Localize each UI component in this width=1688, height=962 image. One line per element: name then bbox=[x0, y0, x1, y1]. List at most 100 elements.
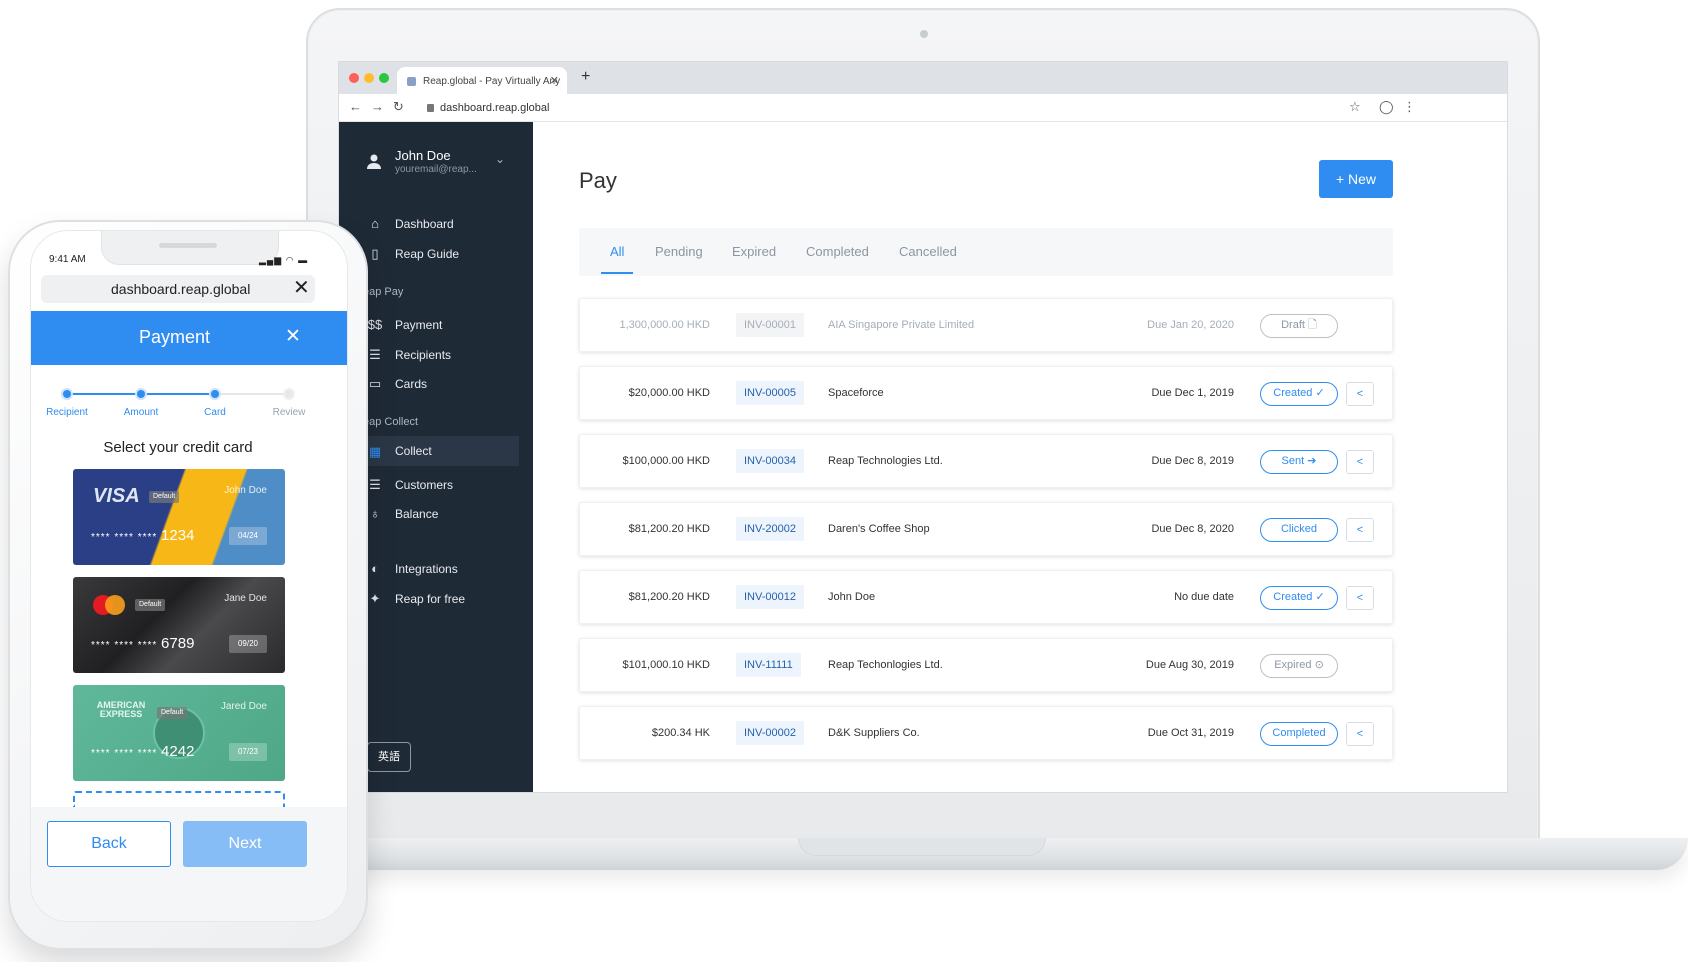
status-icon: 🗋 bbox=[1308, 319, 1317, 331]
laptop-screen: Reap.global - Pay Virtually Any ✕ + ← → … bbox=[338, 61, 1508, 793]
close-window-dot[interactable] bbox=[349, 73, 359, 83]
new-button[interactable]: + New bbox=[1319, 160, 1393, 198]
invoice-amount: $20,000.00 HKD bbox=[628, 387, 710, 399]
bookmark-star-icon[interactable]: ☆ bbox=[1349, 99, 1361, 115]
credit-card-mastercard[interactable]: Default Jane Doe **** **** **** 6789 09/… bbox=[73, 577, 285, 673]
invoice-number[interactable]: INV-00002 bbox=[736, 721, 804, 745]
new-tab-icon[interactable]: + bbox=[581, 68, 590, 86]
status-icon: ➔ bbox=[1307, 455, 1317, 467]
invoice-number[interactable]: INV-00001 bbox=[736, 313, 804, 337]
sidebar-item-label: Reap Guide bbox=[395, 247, 460, 261]
maximize-window-dot[interactable] bbox=[379, 73, 389, 83]
credit-card-visa[interactable]: VISA Default John Doe **** **** **** 123… bbox=[73, 469, 285, 565]
user-icon bbox=[367, 154, 381, 169]
invoice-row[interactable]: $20,000.00 HKD INV-00005 Spaceforce Due Dec… bbox=[579, 366, 1393, 420]
add-card-placeholder[interactable] bbox=[73, 791, 285, 807]
invoice-number[interactable]: INV-00005 bbox=[736, 381, 804, 405]
page-title: Pay bbox=[579, 168, 617, 193]
bag-icon: ♁ bbox=[370, 506, 380, 521]
user-name[interactable]: John Doe bbox=[395, 148, 451, 163]
home-icon: ⌂ bbox=[371, 216, 379, 231]
back-arrow-icon[interactable]: ← bbox=[349, 99, 362, 114]
share-icon[interactable]: < bbox=[1346, 586, 1374, 610]
dollar-icon: $$ bbox=[367, 317, 383, 332]
card-number: **** **** **** 1234 bbox=[91, 527, 194, 544]
status-badge[interactable]: Sent ➔ bbox=[1260, 450, 1338, 474]
invoice-row[interactable]: $100,000.00 HKD INV-00034 Reap Technologie… bbox=[579, 434, 1393, 488]
sidebar-item-label: Integrations bbox=[395, 562, 458, 576]
main-content: Pay + New All Pending Expired Completed … bbox=[533, 122, 1507, 792]
status-icon: ✓ bbox=[1315, 387, 1325, 399]
invoice-number[interactable]: INV-20002 bbox=[736, 517, 804, 541]
laptop-notch bbox=[798, 838, 1046, 856]
invoice-number[interactable]: INV-11111 bbox=[736, 653, 801, 677]
status-badge[interactable]: Completed bbox=[1260, 722, 1338, 746]
browser-tab-bar: Reap.global - Pay Virtually Any ✕ + bbox=[339, 62, 1507, 94]
invoice-recipient: Reap Technologies Ltd. bbox=[828, 455, 943, 467]
share-icon[interactable]: < bbox=[1346, 518, 1374, 542]
favicon-icon bbox=[407, 77, 416, 86]
next-button[interactable]: Next bbox=[183, 821, 307, 867]
tab-pending[interactable]: Pending bbox=[655, 244, 703, 259]
share-icon[interactable]: < bbox=[1346, 382, 1374, 406]
invoice-amount: $200.34 HK bbox=[651, 727, 710, 739]
invoice-due-date: Due Aug 30, 2019 bbox=[1145, 659, 1234, 671]
signal-icon: ▂▄▆ bbox=[259, 255, 283, 265]
select-card-heading: Select your credit card bbox=[103, 439, 253, 456]
invoice-row[interactable]: $200.34 HK INV-00002 D&K Suppliers Co. Due … bbox=[579, 706, 1393, 760]
phone-url-bar[interactable]: dashboard.reap.global bbox=[41, 275, 315, 303]
chevron-down-icon[interactable]: ⌄ bbox=[495, 152, 505, 166]
sidebar-item-label: Balance bbox=[395, 507, 439, 521]
close-payment-icon[interactable]: ✕ bbox=[285, 325, 301, 348]
back-button[interactable]: Back bbox=[47, 821, 171, 867]
forward-arrow-icon[interactable]: → bbox=[371, 99, 384, 114]
laptop-camera bbox=[920, 30, 928, 38]
invoice-row[interactable]: $81,200.20 HKD INV-20002 Daren's Coffee Sh… bbox=[579, 502, 1393, 556]
close-icon[interactable]: ✕ bbox=[293, 275, 310, 300]
list-icon: ☰ bbox=[369, 347, 381, 362]
card-last4: 6789 bbox=[161, 635, 195, 652]
language-button[interactable]: 英語 bbox=[367, 742, 411, 772]
sparkle-icon: ✦ bbox=[369, 591, 381, 606]
invoice-number[interactable]: INV-00034 bbox=[736, 449, 804, 473]
phone-notch bbox=[101, 231, 279, 265]
share-icon[interactable]: < bbox=[1346, 450, 1374, 474]
close-tab-icon[interactable]: ✕ bbox=[550, 74, 559, 87]
minimize-window-dot[interactable] bbox=[364, 73, 374, 83]
status-label: Expired bbox=[1274, 659, 1312, 671]
step-card-label: Card bbox=[204, 407, 226, 418]
step-review-label: Review bbox=[272, 407, 306, 418]
tab-completed[interactable]: Completed bbox=[806, 244, 869, 259]
menu-dots-icon[interactable]: ⋮ bbox=[1403, 99, 1416, 115]
card-number: **** **** **** 6789 bbox=[91, 635, 194, 652]
card-last4: 4242 bbox=[161, 743, 195, 760]
phone-speaker bbox=[159, 243, 217, 248]
invoice-row[interactable]: 1,300,000.00 HKD INV-00001 AIA Singapore P… bbox=[579, 298, 1393, 352]
lock-icon bbox=[427, 104, 434, 112]
step-card-dot bbox=[209, 388, 221, 400]
status-badge[interactable]: Created ✓ bbox=[1260, 382, 1338, 406]
sidebar-item-label: Payment bbox=[395, 318, 443, 332]
status-badge[interactable]: Draft 🗋 bbox=[1260, 314, 1338, 338]
tab-all[interactable]: All bbox=[610, 244, 624, 259]
tab-cancelled[interactable]: Cancelled bbox=[899, 244, 957, 259]
invoice-row[interactable]: $81,200.20 HKD INV-00012 John Doe No due da… bbox=[579, 570, 1393, 624]
invoice-number[interactable]: INV-00012 bbox=[736, 585, 804, 609]
tab-expired[interactable]: Expired bbox=[732, 244, 776, 259]
sidebar-item-dashboard[interactable]: ⌂ Dashboard bbox=[339, 210, 519, 238]
invoice-recipient: John Doe bbox=[828, 591, 876, 603]
card-mask: **** **** **** bbox=[91, 748, 158, 759]
browser-tab[interactable]: Reap.global - Pay Virtually Any ✕ bbox=[397, 67, 567, 94]
reload-icon[interactable]: ↻ bbox=[393, 99, 404, 115]
sidebar-item-label: Collect bbox=[395, 444, 432, 458]
card-expiry: 07/23 bbox=[229, 743, 267, 761]
url-field[interactable]: dashboard.reap.global bbox=[427, 102, 549, 114]
credit-card-amex[interactable]: AMERICAN EXPRESS Default Jared Doe **** … bbox=[73, 685, 285, 781]
status-badge[interactable]: Clicked bbox=[1260, 518, 1338, 542]
status-badge[interactable]: Expired ⊙ bbox=[1260, 654, 1338, 678]
invoice-row[interactable]: $101,000.10 HKD INV-11111 Reap Techonlogie… bbox=[579, 638, 1393, 692]
profile-icon[interactable]: ◯ bbox=[1379, 99, 1394, 115]
status-label: Completed bbox=[1272, 727, 1326, 739]
share-icon[interactable]: < bbox=[1346, 722, 1374, 746]
status-badge[interactable]: Created ✓ bbox=[1260, 586, 1338, 610]
